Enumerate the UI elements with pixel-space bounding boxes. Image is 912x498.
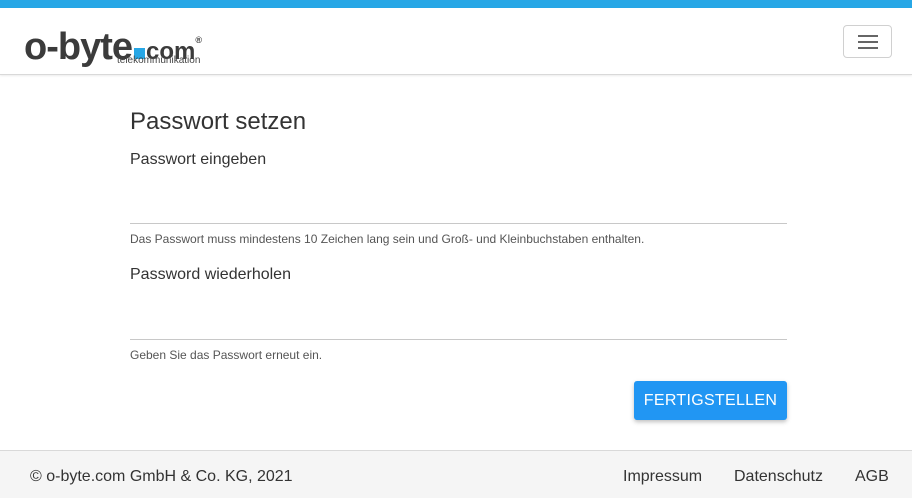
page-title: Passwort setzen — [130, 108, 307, 135]
submit-button[interactable]: FERTIGSTELLEN — [634, 381, 787, 420]
password-repeat-label: Password wiederholen — [130, 266, 291, 283]
brand-logo[interactable]: o-byte com® telekommunikation — [24, 26, 234, 70]
footer-link-impressum[interactable]: Impressum — [623, 468, 702, 486]
password-input[interactable] — [130, 184, 787, 224]
logo-registered-mark: ® — [195, 35, 202, 45]
password-label: Passwort eingeben — [130, 151, 267, 168]
footer-link-datenschutz[interactable]: Datenschutz — [734, 468, 823, 486]
password-repeat-hint: Geben Sie das Passwort erneut ein. — [130, 348, 323, 362]
copyright-text: © o-byte.com GmbH & Co. KG, 2021 — [30, 468, 293, 485]
menu-toggle-button[interactable] — [843, 25, 892, 58]
logo-name: o-byte — [24, 26, 133, 68]
footer-link-agb[interactable]: AGB — [855, 468, 889, 486]
password-repeat-input[interactable] — [130, 300, 787, 340]
header: o-byte com® telekommunikation — [0, 8, 912, 75]
logo-subtitle: telekommunikation — [117, 55, 201, 66]
top-accent-bar — [0, 0, 912, 8]
password-hint: Das Passwort muss mindestens 10 Zeichen … — [130, 232, 645, 246]
footer: © o-byte.com GmbH & Co. KG, 2021 Impress… — [0, 450, 912, 498]
